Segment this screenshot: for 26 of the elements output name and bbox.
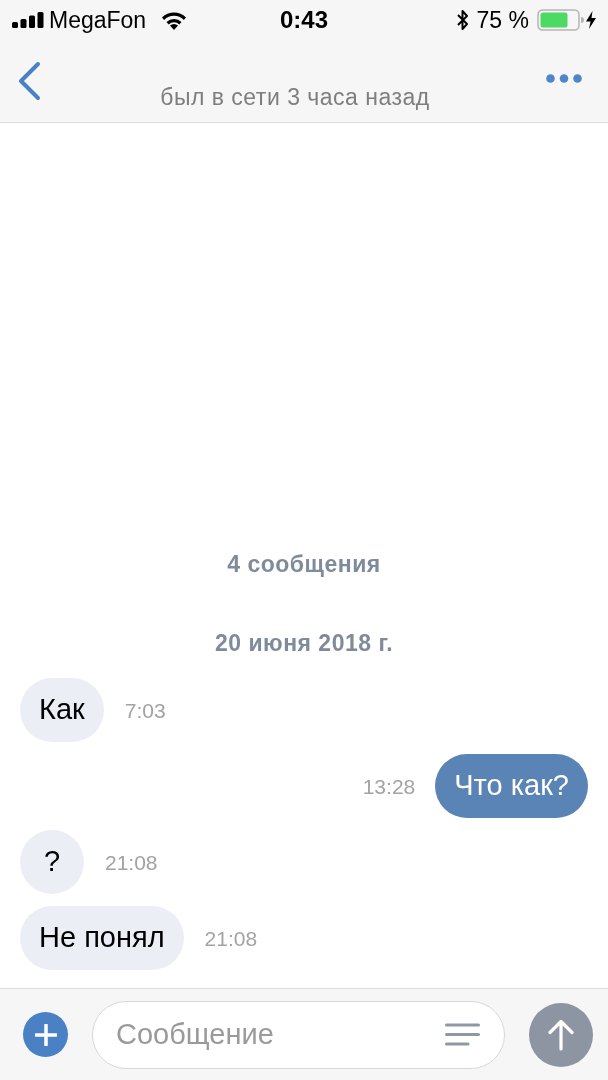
battery-icon <box>537 9 585 31</box>
message-bubble: ? <box>20 830 84 894</box>
text-lines-icon <box>445 1022 480 1046</box>
plus-icon <box>34 1023 57 1046</box>
message-bubble: Не понял <box>20 906 184 970</box>
clock-time: 0:43 <box>279 8 328 32</box>
message-bubble: Что как? <box>435 754 588 818</box>
add-attachment-button[interactable] <box>23 1012 68 1057</box>
back-chevron-icon <box>17 61 41 101</box>
battery-percent: 75 % <box>476 8 529 32</box>
message-time: 13:28 <box>362 775 416 797</box>
message-time: 7:03 <box>124 699 166 721</box>
bluetooth-icon <box>456 9 469 31</box>
message-bubble: Как <box>20 678 104 742</box>
more-dots-icon <box>546 73 582 83</box>
carrier-name: MegaFon <box>49 8 147 32</box>
wifi-icon <box>161 10 188 30</box>
message-time: 21:08 <box>105 851 158 873</box>
message-count: 4 сообщения <box>227 550 381 578</box>
last-seen-status: был в сети 3 часа назад <box>160 83 430 111</box>
message-time: 21:08 <box>204 927 258 949</box>
charging-bolt-icon <box>586 11 596 29</box>
message-input[interactable]: Сообщение <box>92 1000 505 1069</box>
arrow-up-icon <box>548 1018 574 1051</box>
date-separator: 20 июня 2018 г. <box>214 629 394 657</box>
signal-bars-icon <box>12 12 44 28</box>
